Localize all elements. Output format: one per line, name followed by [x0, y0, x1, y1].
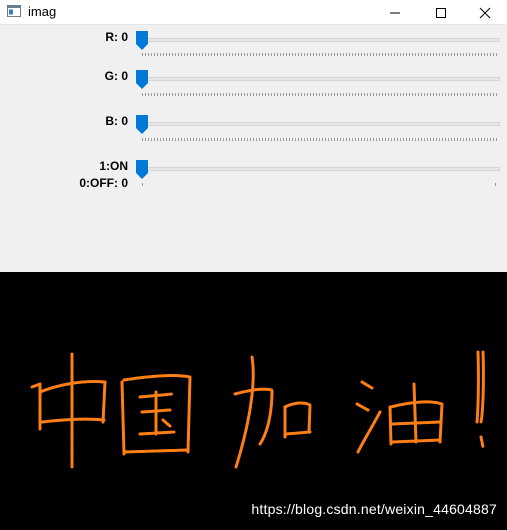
trackbar-switch-tick-min	[142, 183, 143, 186]
image-display[interactable]: https://blog.csdn.net/weixin_44604887	[0, 272, 507, 530]
trackbar-label-switch-off: 0:OFF: 0	[79, 176, 128, 190]
stroke-char-jia	[233, 355, 312, 469]
trackbar-b-track[interactable]	[142, 122, 500, 126]
trackbar-label-g: G: 0	[104, 69, 128, 83]
title-bar[interactable]: imag	[0, 0, 507, 25]
stroke-char-exclamation	[475, 350, 485, 449]
close-button[interactable]	[462, 0, 507, 25]
app-window-icon	[7, 5, 21, 17]
trackbar-label-r: R: 0	[105, 30, 128, 44]
trackbar-label-b: B: 0	[105, 114, 128, 128]
trackbar-panel: R: 0 G: 0 B: 0 1:ON 0:OFF: 0	[0, 25, 507, 272]
minimize-button[interactable]	[372, 0, 418, 25]
trackbar-r-thumb[interactable]	[136, 31, 148, 50]
window-title: imag	[28, 4, 57, 19]
trackbar-switch-thumb[interactable]	[136, 160, 148, 179]
handwriting-drawing	[30, 350, 485, 469]
trackbar-r-ticks	[142, 53, 497, 56]
stroke-char-guo	[120, 374, 192, 456]
trackbar-g-ticks	[142, 93, 497, 96]
trackbar-g-track[interactable]	[142, 77, 500, 81]
watermark-text: https://blog.csdn.net/weixin_44604887	[251, 501, 497, 517]
image-window: imag R: 0 G: 0 B: 0 1:ON 0:OFF: 0 https:…	[0, 0, 507, 530]
trackbar-r-track[interactable]	[142, 38, 500, 42]
trackbar-switch-track[interactable]	[142, 167, 500, 171]
close-icon	[479, 7, 491, 19]
stroke-char-zhong	[30, 352, 107, 469]
minimize-icon	[390, 12, 400, 14]
trackbar-label-switch-on: 1:ON	[99, 159, 128, 173]
stroke-char-you	[355, 380, 444, 454]
trackbar-switch-tick-max	[495, 183, 496, 186]
maximize-icon	[436, 8, 446, 18]
trackbar-b-ticks	[142, 138, 497, 141]
maximize-button[interactable]	[418, 0, 464, 25]
trackbar-g-thumb[interactable]	[136, 70, 148, 89]
trackbar-b-thumb[interactable]	[136, 115, 148, 134]
